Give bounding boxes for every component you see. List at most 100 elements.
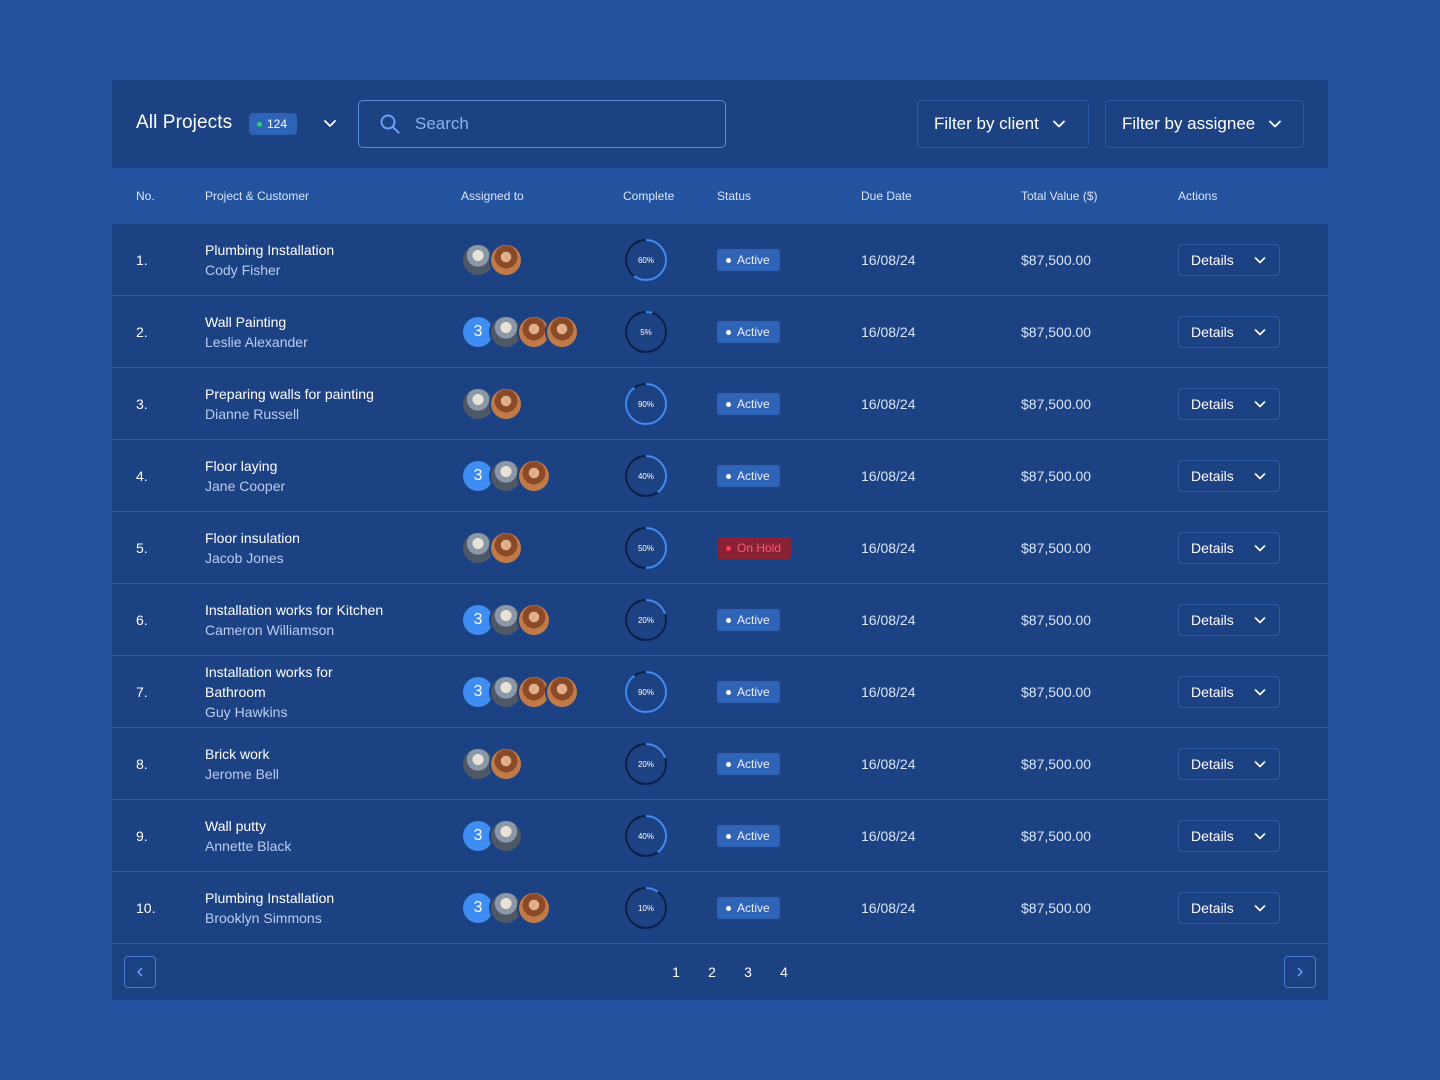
details-dropdown-button[interactable]: Details bbox=[1178, 388, 1280, 420]
row-number: 8. bbox=[136, 756, 148, 772]
status-label: Active bbox=[737, 469, 770, 483]
status-cell: Active bbox=[717, 753, 780, 775]
table-row[interactable]: 8. Brick work Jerome Bell 20% Active 16/08/24… bbox=[112, 728, 1328, 800]
status-badge: Active bbox=[717, 753, 780, 775]
avatar[interactable] bbox=[489, 243, 523, 277]
project-name[interactable]: Brick work bbox=[205, 744, 279, 764]
row-number: 5. bbox=[136, 540, 148, 556]
project-name[interactable]: Installation works for Bathroom bbox=[205, 662, 355, 702]
filter-by-client-dropdown[interactable]: Filter by client bbox=[917, 100, 1089, 148]
status-label: Active bbox=[737, 901, 770, 915]
table-row[interactable]: 10. Plumbing Installation Brooklyn Simmons… bbox=[112, 872, 1328, 944]
page-number-4[interactable]: 4 bbox=[766, 964, 802, 980]
due-date: 16/08/24 bbox=[861, 756, 916, 772]
assignee-avatars[interactable]: 3 bbox=[461, 819, 523, 853]
actions-cell: Details bbox=[1178, 244, 1280, 276]
row-number: 4. bbox=[136, 468, 148, 484]
details-dropdown-button[interactable]: Details bbox=[1178, 892, 1280, 924]
avatar[interactable] bbox=[517, 603, 551, 637]
due-date: 16/08/24 bbox=[861, 828, 916, 844]
completion-ring: 90% bbox=[624, 670, 668, 714]
table-body: 1. Plumbing Installation Cody Fisher 60% Act… bbox=[112, 224, 1328, 944]
previous-page-button[interactable] bbox=[124, 956, 156, 988]
details-dropdown-button[interactable]: Details bbox=[1178, 676, 1280, 708]
search-input[interactable] bbox=[415, 114, 695, 134]
total-value: $87,500.00 bbox=[1021, 468, 1092, 484]
details-dropdown-button[interactable]: Details bbox=[1178, 748, 1280, 780]
total-value: $87,500.00 bbox=[1021, 900, 1092, 916]
project-name[interactable]: Wall putty bbox=[205, 816, 291, 836]
page-number-3[interactable]: 3 bbox=[730, 964, 766, 980]
details-dropdown-button[interactable]: Details bbox=[1178, 316, 1280, 348]
avatar[interactable] bbox=[517, 459, 551, 493]
project-name[interactable]: Floor laying bbox=[205, 456, 285, 476]
project-name[interactable]: Installation works for Kitchen bbox=[205, 600, 383, 620]
table-row[interactable]: 1. Plumbing Installation Cody Fisher 60% Act… bbox=[112, 224, 1328, 296]
column-header-due-date: Due Date bbox=[861, 189, 912, 203]
avatar[interactable] bbox=[489, 531, 523, 565]
table-row[interactable]: 2. Wall Painting Leslie Alexander 3 5% Active… bbox=[112, 296, 1328, 368]
project-name[interactable]: Preparing walls for painting bbox=[205, 384, 374, 404]
avatar[interactable] bbox=[545, 675, 579, 709]
completion-ring: 40% bbox=[624, 814, 668, 858]
progress-ring: 20% bbox=[625, 599, 667, 641]
assignee-avatars[interactable]: 3 bbox=[461, 603, 551, 637]
completion-percent: 40% bbox=[638, 472, 654, 481]
details-dropdown-button[interactable]: Details bbox=[1178, 604, 1280, 636]
avatar[interactable] bbox=[489, 387, 523, 421]
details-label: Details bbox=[1191, 612, 1234, 628]
chevron-right-icon bbox=[1297, 967, 1303, 977]
customer-name: Dianne Russell bbox=[205, 405, 300, 422]
search-box[interactable] bbox=[358, 100, 726, 148]
row-number: 7. bbox=[136, 684, 148, 700]
status-label: Active bbox=[737, 757, 770, 771]
next-page-button[interactable] bbox=[1284, 956, 1316, 988]
projects-panel: All Projects 124 Filter by client Filter… bbox=[112, 80, 1328, 1000]
details-dropdown-button[interactable]: Details bbox=[1178, 532, 1280, 564]
avatar[interactable] bbox=[489, 747, 523, 781]
assignee-avatars[interactable]: 3 bbox=[461, 315, 579, 349]
details-dropdown-button[interactable]: Details bbox=[1178, 244, 1280, 276]
due-date: 16/08/24 bbox=[861, 468, 916, 484]
details-label: Details bbox=[1191, 540, 1234, 556]
table-row[interactable]: 7. Installation works for Bathroom Guy Haw… bbox=[112, 656, 1328, 728]
page-number-1[interactable]: 1 bbox=[658, 964, 694, 980]
total-value: $87,500.00 bbox=[1021, 612, 1092, 628]
chevron-down-icon bbox=[1254, 833, 1266, 840]
status-cell: Active bbox=[717, 825, 780, 847]
total-value: $87,500.00 bbox=[1021, 396, 1092, 412]
details-dropdown-button[interactable]: Details bbox=[1178, 820, 1280, 852]
project-name[interactable]: Plumbing Installation bbox=[205, 240, 334, 260]
completion-ring: 50% bbox=[624, 526, 668, 570]
assignee-avatars[interactable] bbox=[461, 243, 523, 277]
project-name[interactable]: Wall Painting bbox=[205, 312, 308, 332]
assignee-avatars[interactable] bbox=[461, 747, 523, 781]
actions-cell: Details bbox=[1178, 532, 1280, 564]
due-date: 16/08/24 bbox=[861, 396, 916, 412]
details-dropdown-button[interactable]: Details bbox=[1178, 460, 1280, 492]
status-cell: Active bbox=[717, 249, 780, 271]
assignee-avatars[interactable]: 3 bbox=[461, 675, 579, 709]
assignee-avatars[interactable] bbox=[461, 531, 523, 565]
assignee-avatars[interactable]: 3 bbox=[461, 459, 551, 493]
avatar[interactable] bbox=[517, 891, 551, 925]
filter-by-assignee-dropdown[interactable]: Filter by assignee bbox=[1105, 100, 1304, 148]
status-dot-icon bbox=[726, 617, 731, 623]
assignee-avatars[interactable] bbox=[461, 387, 523, 421]
table-row[interactable]: 5. Floor insulation Jacob Jones 50% On Hold 1… bbox=[112, 512, 1328, 584]
avatar[interactable] bbox=[545, 315, 579, 349]
avatar[interactable] bbox=[489, 819, 523, 853]
table-row[interactable]: 6. Installation works for Kitchen Cameron … bbox=[112, 584, 1328, 656]
chevron-down-icon[interactable] bbox=[320, 116, 340, 132]
page-number-2[interactable]: 2 bbox=[694, 964, 730, 980]
project-name[interactable]: Plumbing Installation bbox=[205, 888, 334, 908]
details-label: Details bbox=[1191, 468, 1234, 484]
assignee-avatars[interactable]: 3 bbox=[461, 891, 551, 925]
project-name[interactable]: Floor insulation bbox=[205, 528, 300, 548]
customer-name: Annette Black bbox=[205, 837, 292, 854]
table-row[interactable]: 4. Floor laying Jane Cooper 3 40% Active 16/08… bbox=[112, 440, 1328, 512]
page-numbers: 1234 bbox=[658, 964, 802, 980]
table-row[interactable]: 9. Wall putty Annette Black 3 40% Active 16/08… bbox=[112, 800, 1328, 872]
table-row[interactable]: 3. Preparing walls for painting Dianne Rus… bbox=[112, 368, 1328, 440]
status-label: Active bbox=[737, 253, 770, 267]
